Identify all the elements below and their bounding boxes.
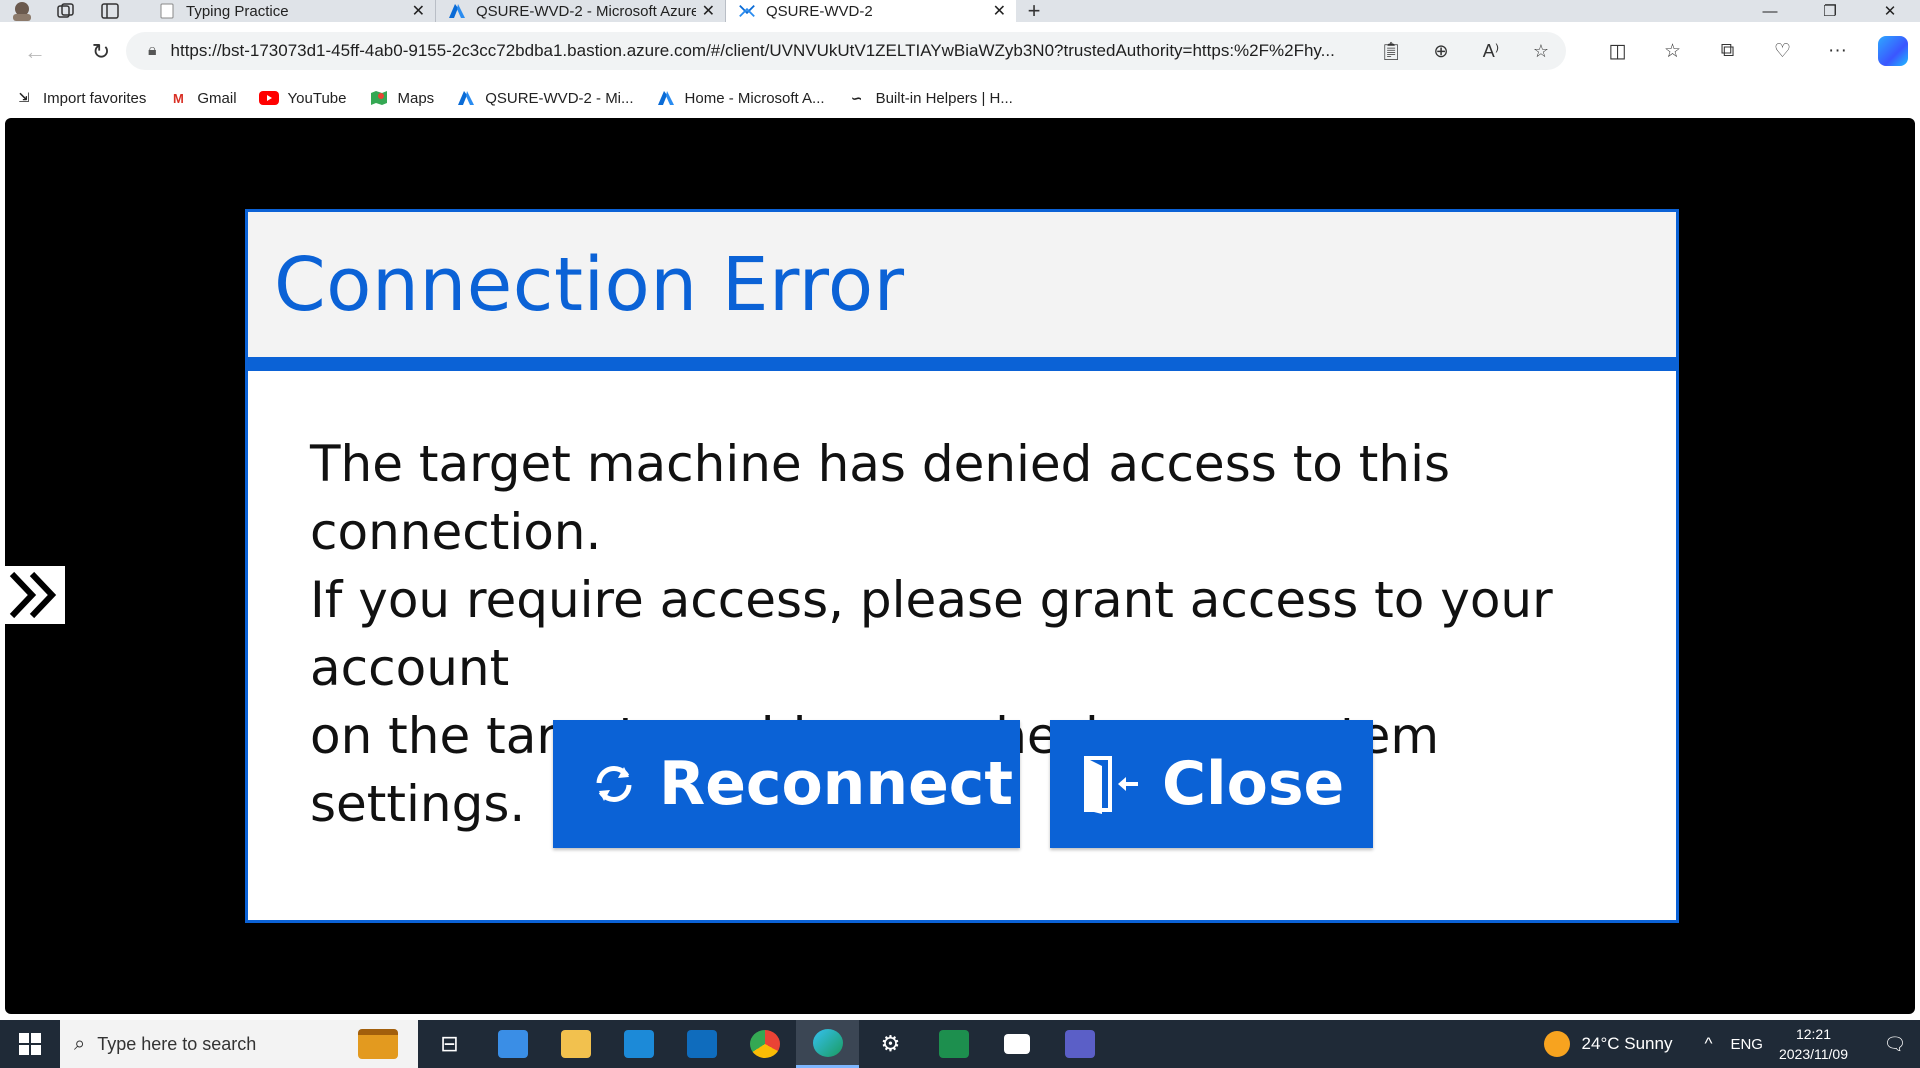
split-screen-icon[interactable]: ◫: [1590, 34, 1645, 68]
azure-icon: [456, 90, 476, 106]
windows-start-icon[interactable]: [0, 1020, 60, 1068]
notifications-icon[interactable]: 🗨︎: [1870, 1034, 1920, 1055]
favorite-label: Gmail: [197, 89, 237, 107]
refresh-icon[interactable]: ↻: [78, 32, 124, 72]
exit-door-icon: [1082, 754, 1140, 814]
favorite-qsure-azure[interactable]: QSURE-WVD-2 - Mi...: [456, 89, 634, 107]
favorite-label: Built-in Helpers | H...: [875, 89, 1013, 107]
vscode-icon[interactable]: [607, 1020, 670, 1068]
tab-strip: Typing Practice ✕ QSURE-WVD-2 - Microsof…: [0, 0, 1920, 23]
taskbar-search-box[interactable]: ⌕ Type here to search: [60, 1020, 418, 1068]
error-message-line: If you require access, please grant acce…: [310, 571, 1553, 697]
teams-icon[interactable]: [1048, 1020, 1111, 1068]
copilot-icon[interactable]: [1865, 34, 1920, 68]
outlook-icon[interactable]: [670, 1020, 733, 1068]
favorite-star-icon[interactable]: ☆: [1516, 41, 1566, 62]
clock[interactable]: 12:21 2023/11/09: [1779, 1024, 1848, 1064]
refresh-icon: [591, 761, 637, 807]
favorite-maps[interactable]: Maps: [369, 89, 435, 107]
favorite-label: YouTube: [287, 89, 347, 107]
address-row: ← ↻ 🔒︎ https://bst-173073d1-45ff-4ab0-91…: [0, 22, 1920, 82]
favorites-icon[interactable]: ☆: [1645, 34, 1700, 68]
favorite-gmail[interactable]: M Gmail: [168, 89, 237, 107]
favorite-youtube[interactable]: YouTube: [258, 89, 347, 107]
store-icon[interactable]: [481, 1020, 544, 1068]
browser-essentials-icon[interactable]: ♡: [1755, 34, 1810, 68]
minimize-icon[interactable]: —: [1740, 0, 1800, 22]
favorites-bar: ⇲ Import favorites M Gmail YouTube Maps …: [0, 82, 1920, 114]
workspaces-icon[interactable]: [44, 0, 88, 22]
profile-avatar-icon[interactable]: [0, 0, 44, 22]
search-placeholder: Type here to search: [97, 1033, 257, 1054]
weather-text: 24°C Sunny: [1581, 1034, 1673, 1053]
link-icon: ∽: [850, 89, 863, 106]
favorite-label: Home - Microsoft A...: [684, 89, 825, 107]
collections-icon[interactable]: ⧉: [1700, 34, 1755, 68]
language-indicator[interactable]: ENG: [1730, 1036, 1763, 1053]
chrome-icon[interactable]: [733, 1020, 796, 1068]
read-aloud-icon[interactable]: A⁾: [1466, 41, 1516, 62]
window-close-icon[interactable]: ✕: [1860, 0, 1920, 22]
tab-close-icon[interactable]: ✕: [987, 1, 1006, 21]
tab-close-icon[interactable]: ✕: [406, 1, 425, 21]
maps-icon: [369, 90, 389, 106]
azure-icon: [656, 90, 676, 106]
edge-icon[interactable]: [796, 1020, 859, 1068]
favorite-label: Import favorites: [43, 89, 147, 107]
bastion-icon: [738, 3, 756, 19]
zoom-icon[interactable]: ⊕: [1416, 41, 1466, 62]
tab-label: Typing Practice: [186, 2, 289, 20]
gmail-icon: M: [172, 90, 184, 106]
url-text[interactable]: https://bst-173073d1-45ff-4ab0-9155-2c3c…: [171, 41, 1361, 61]
favorite-label: Maps: [397, 89, 435, 107]
remote-desktop-icon[interactable]: [985, 1020, 1048, 1068]
vertical-tabs-icon[interactable]: [88, 0, 132, 22]
clock-date: 2023/11/09: [1778, 1046, 1848, 1062]
tab-close-icon[interactable]: ✕: [696, 1, 715, 21]
error-message-line: The target machine has denied access to …: [310, 435, 1451, 561]
dialog-title: Connection Error: [274, 241, 905, 328]
taskbar: ⌕ Type here to search ⊟ ⚙ 24°C Sunny ^ E…: [0, 1020, 1920, 1068]
weather-widget[interactable]: 24°C Sunny: [1543, 1031, 1673, 1057]
excel-icon[interactable]: [922, 1020, 985, 1068]
briefcase-icon[interactable]: [358, 1029, 398, 1059]
new-tab-plus-icon[interactable]: +: [1016, 0, 1052, 23]
chevron-up-icon[interactable]: ^: [1704, 1034, 1712, 1054]
address-bar[interactable]: 🔒︎ https://bst-173073d1-45ff-4ab0-9155-2…: [126, 32, 1566, 70]
search-icon: ⌕: [74, 1032, 86, 1055]
task-view-icon[interactable]: ⊟: [418, 1020, 481, 1068]
youtube-icon: [258, 90, 279, 106]
remote-session-viewport[interactable]: Connection Error The target machine has …: [5, 118, 1915, 1014]
favorite-home-azure[interactable]: Home - Microsoft A...: [656, 90, 825, 107]
tab-qsure-wvd-2[interactable]: QSURE-WVD-2 ✕: [726, 0, 1016, 22]
expand-panel-chevron-icon[interactable]: [5, 566, 65, 624]
clock-time: 12:21: [1795, 1026, 1831, 1042]
tab-label: QSURE-WVD-2 - Microsoft Azure: [476, 2, 696, 20]
azure-icon: [448, 3, 466, 19]
tab-typing-practice[interactable]: Typing Practice ✕: [146, 0, 436, 22]
page-icon: [158, 3, 176, 19]
reconnect-label: Reconnect: [659, 749, 1014, 819]
tab-azure-portal[interactable]: QSURE-WVD-2 - Microsoft Azure ✕: [436, 0, 726, 22]
clipboard-icon[interactable]: 📋︎: [1366, 41, 1416, 62]
tab-label: QSURE-WVD-2: [766, 2, 873, 20]
close-button[interactable]: Close: [1050, 720, 1373, 848]
more-options-icon[interactable]: ···: [1810, 34, 1865, 68]
lock-icon[interactable]: 🔒︎: [148, 42, 157, 60]
settings-gear-icon[interactable]: ⚙: [859, 1020, 922, 1068]
favorite-label: QSURE-WVD-2 - Mi...: [485, 89, 634, 107]
back-arrow-icon[interactable]: ←: [12, 32, 58, 72]
favorite-built-in-helpers[interactable]: ∽ Built-in Helpers | H...: [847, 90, 1013, 107]
connection-error-dialog: Connection Error The target machine has …: [245, 209, 1679, 923]
favorite-import[interactable]: ⇲ Import favorites: [14, 89, 147, 107]
restore-icon[interactable]: ❐: [1800, 0, 1860, 22]
file-explorer-icon[interactable]: [544, 1020, 607, 1068]
import-icon: ⇲: [18, 90, 30, 105]
dialog-divider: [248, 357, 1676, 371]
system-tray: 24°C Sunny ^ ENG 12:21 2023/11/09 🗨︎: [1543, 1020, 1920, 1068]
dialog-header: Connection Error: [248, 212, 1676, 357]
reconnect-button[interactable]: Reconnect: [553, 720, 1020, 848]
sun-icon: [1543, 1031, 1570, 1057]
close-label: Close: [1162, 749, 1345, 819]
